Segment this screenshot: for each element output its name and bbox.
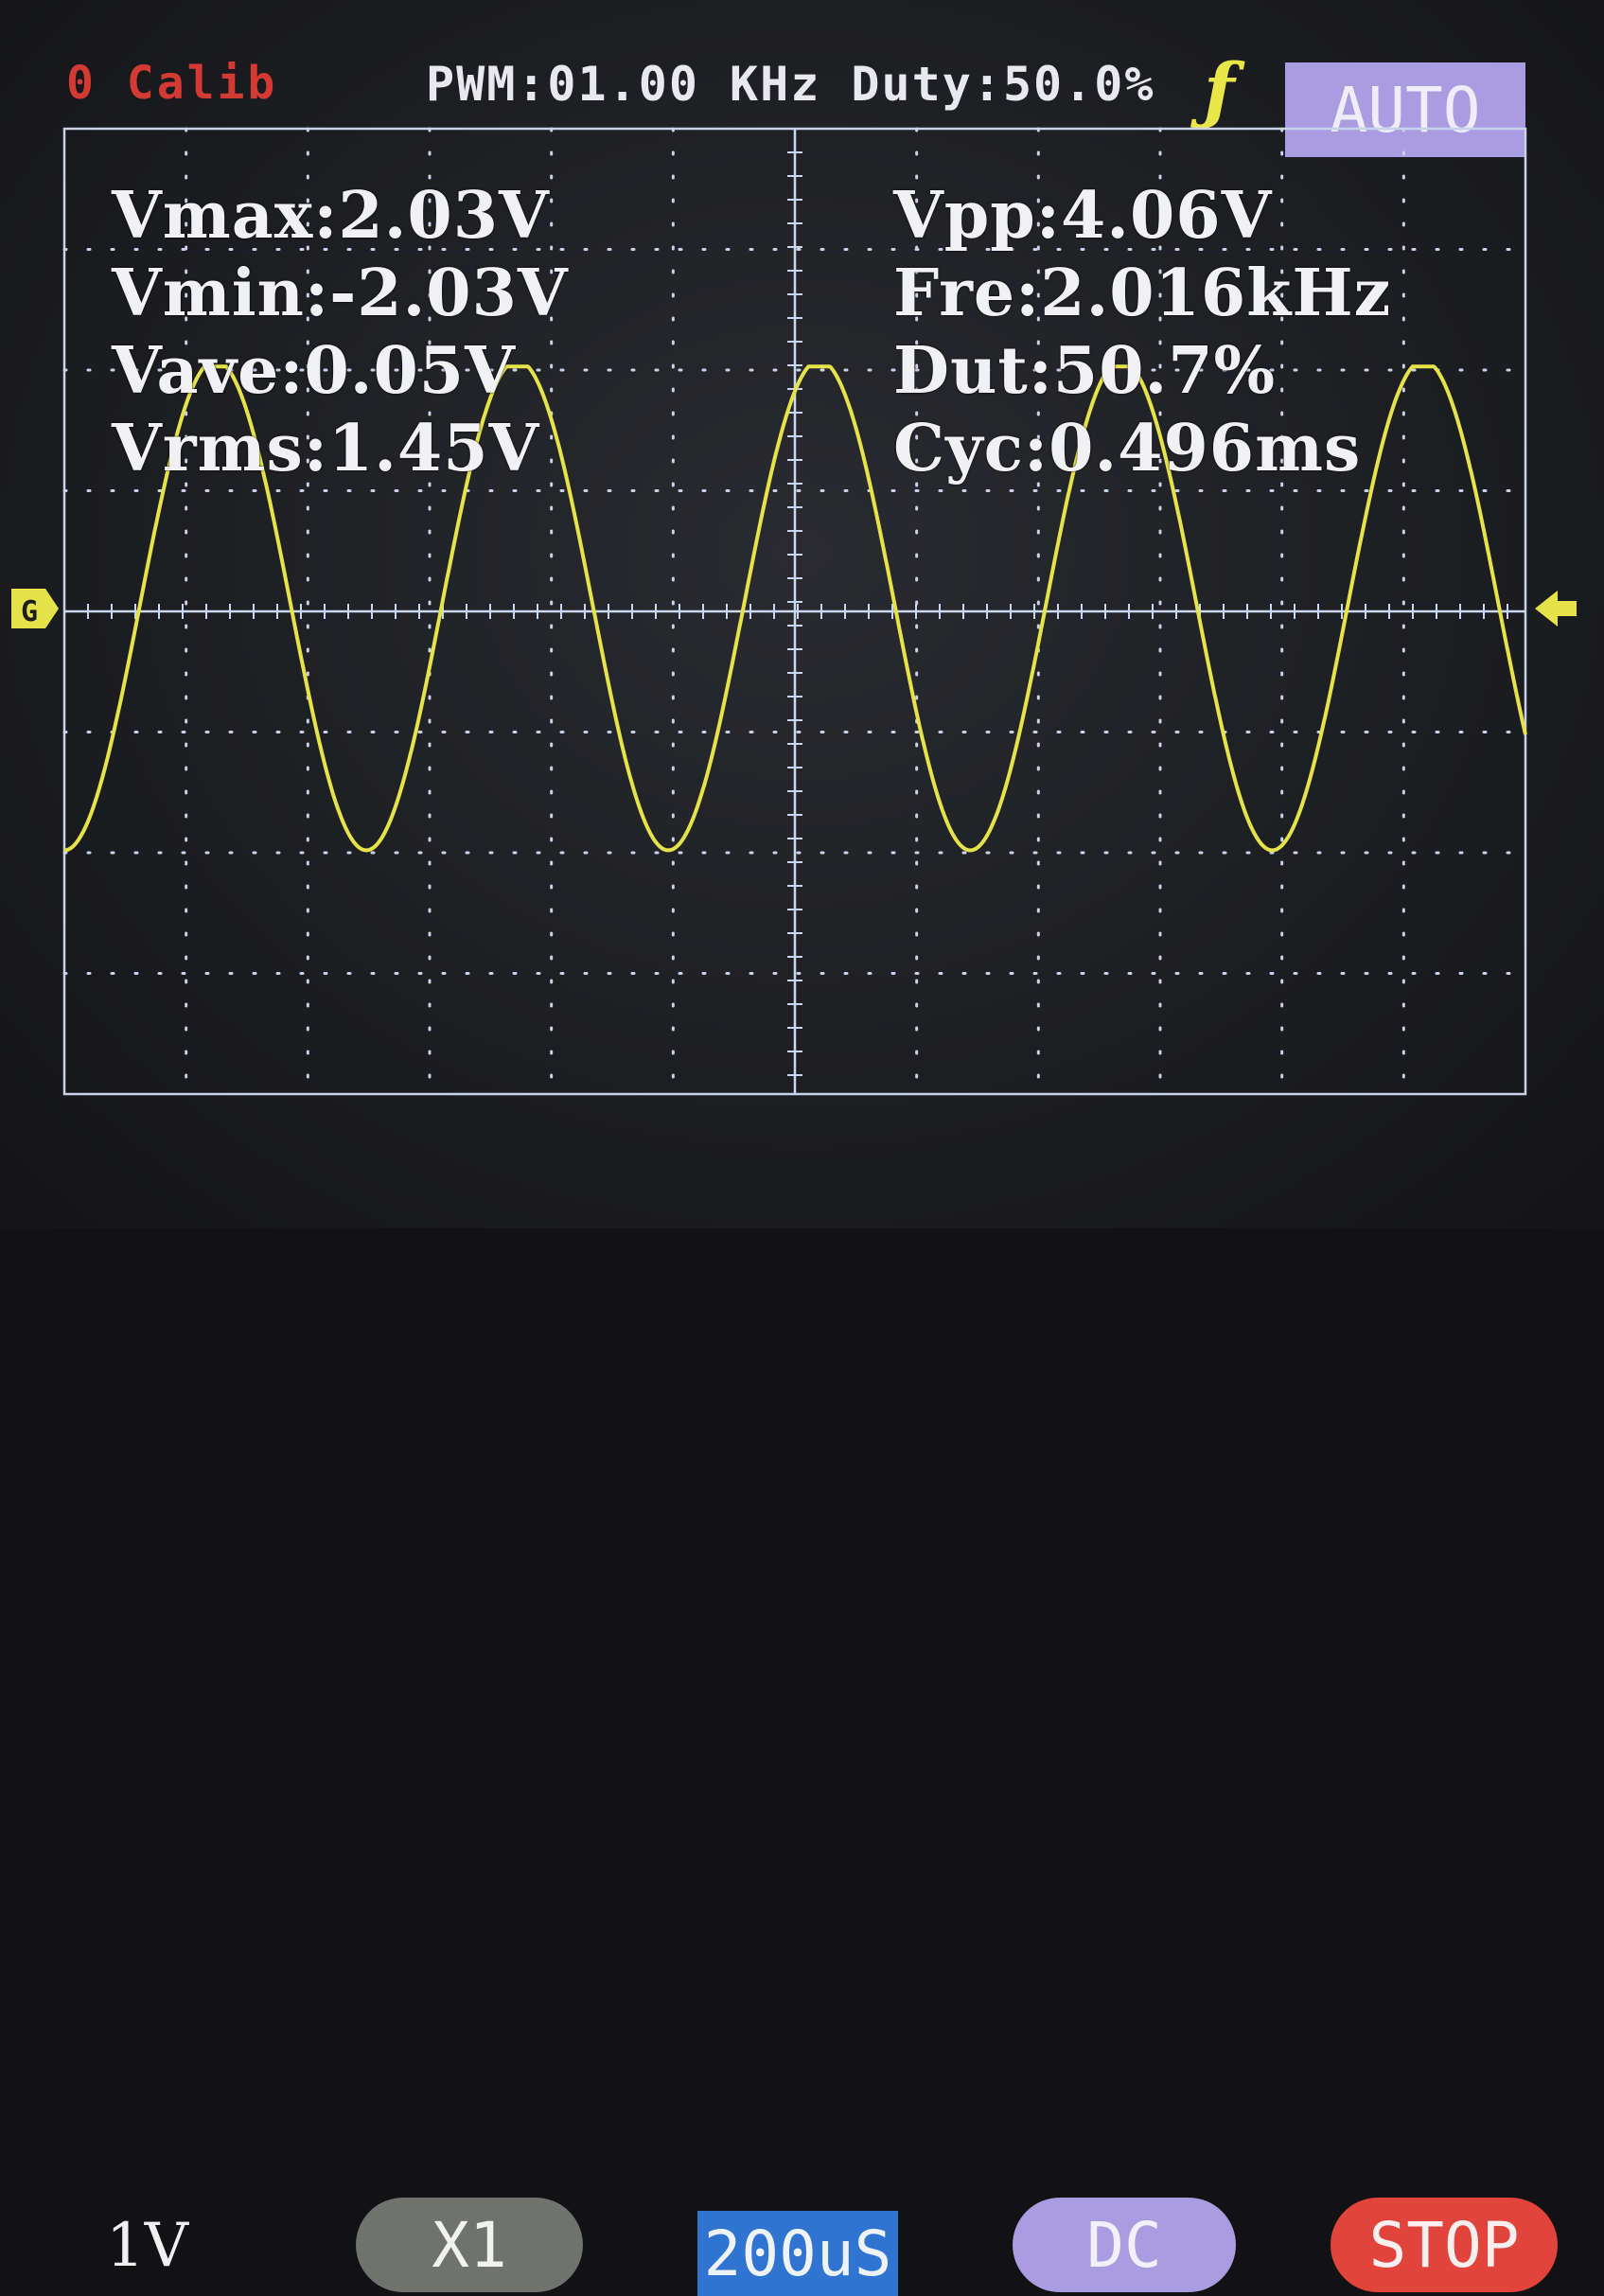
ground-marker-icon[interactable]: G — [11, 589, 59, 628]
probe-attenuation-button[interactable]: X1 — [356, 2198, 583, 2292]
cycle-readout: Cyc:0.496ms — [893, 411, 1362, 486]
frequency-readout: Fre:2.016kHz — [893, 256, 1392, 331]
vmin-readout: Vmin:-2.03V — [112, 256, 569, 331]
control-bar: 1V X1 200uS DC STOP — [0, 1096, 1604, 2296]
vpp-readout: Vpp:4.06V — [893, 178, 1273, 254]
timebase-button[interactable]: 200uS — [697, 2211, 898, 2296]
volts-per-div-label[interactable]: 1V — [106, 2211, 188, 2281]
coupling-button[interactable]: DC — [1013, 2198, 1236, 2292]
vave-readout: Vave:0.05V — [112, 333, 516, 409]
trigger-level-arrow-icon[interactable] — [1535, 591, 1577, 627]
duty-readout: Dut:50.7% — [893, 333, 1277, 409]
svg-text:G: G — [21, 595, 38, 628]
vmax-readout: Vmax:2.03V — [112, 178, 550, 254]
run-stop-button[interactable]: STOP — [1331, 2198, 1558, 2292]
vrms-readout: Vrms:1.45V — [112, 411, 540, 486]
oscilloscope-screen: 0 Calib PWM:01.00 KHz Duty:50.0% ƒ AUTO … — [0, 0, 1604, 2296]
